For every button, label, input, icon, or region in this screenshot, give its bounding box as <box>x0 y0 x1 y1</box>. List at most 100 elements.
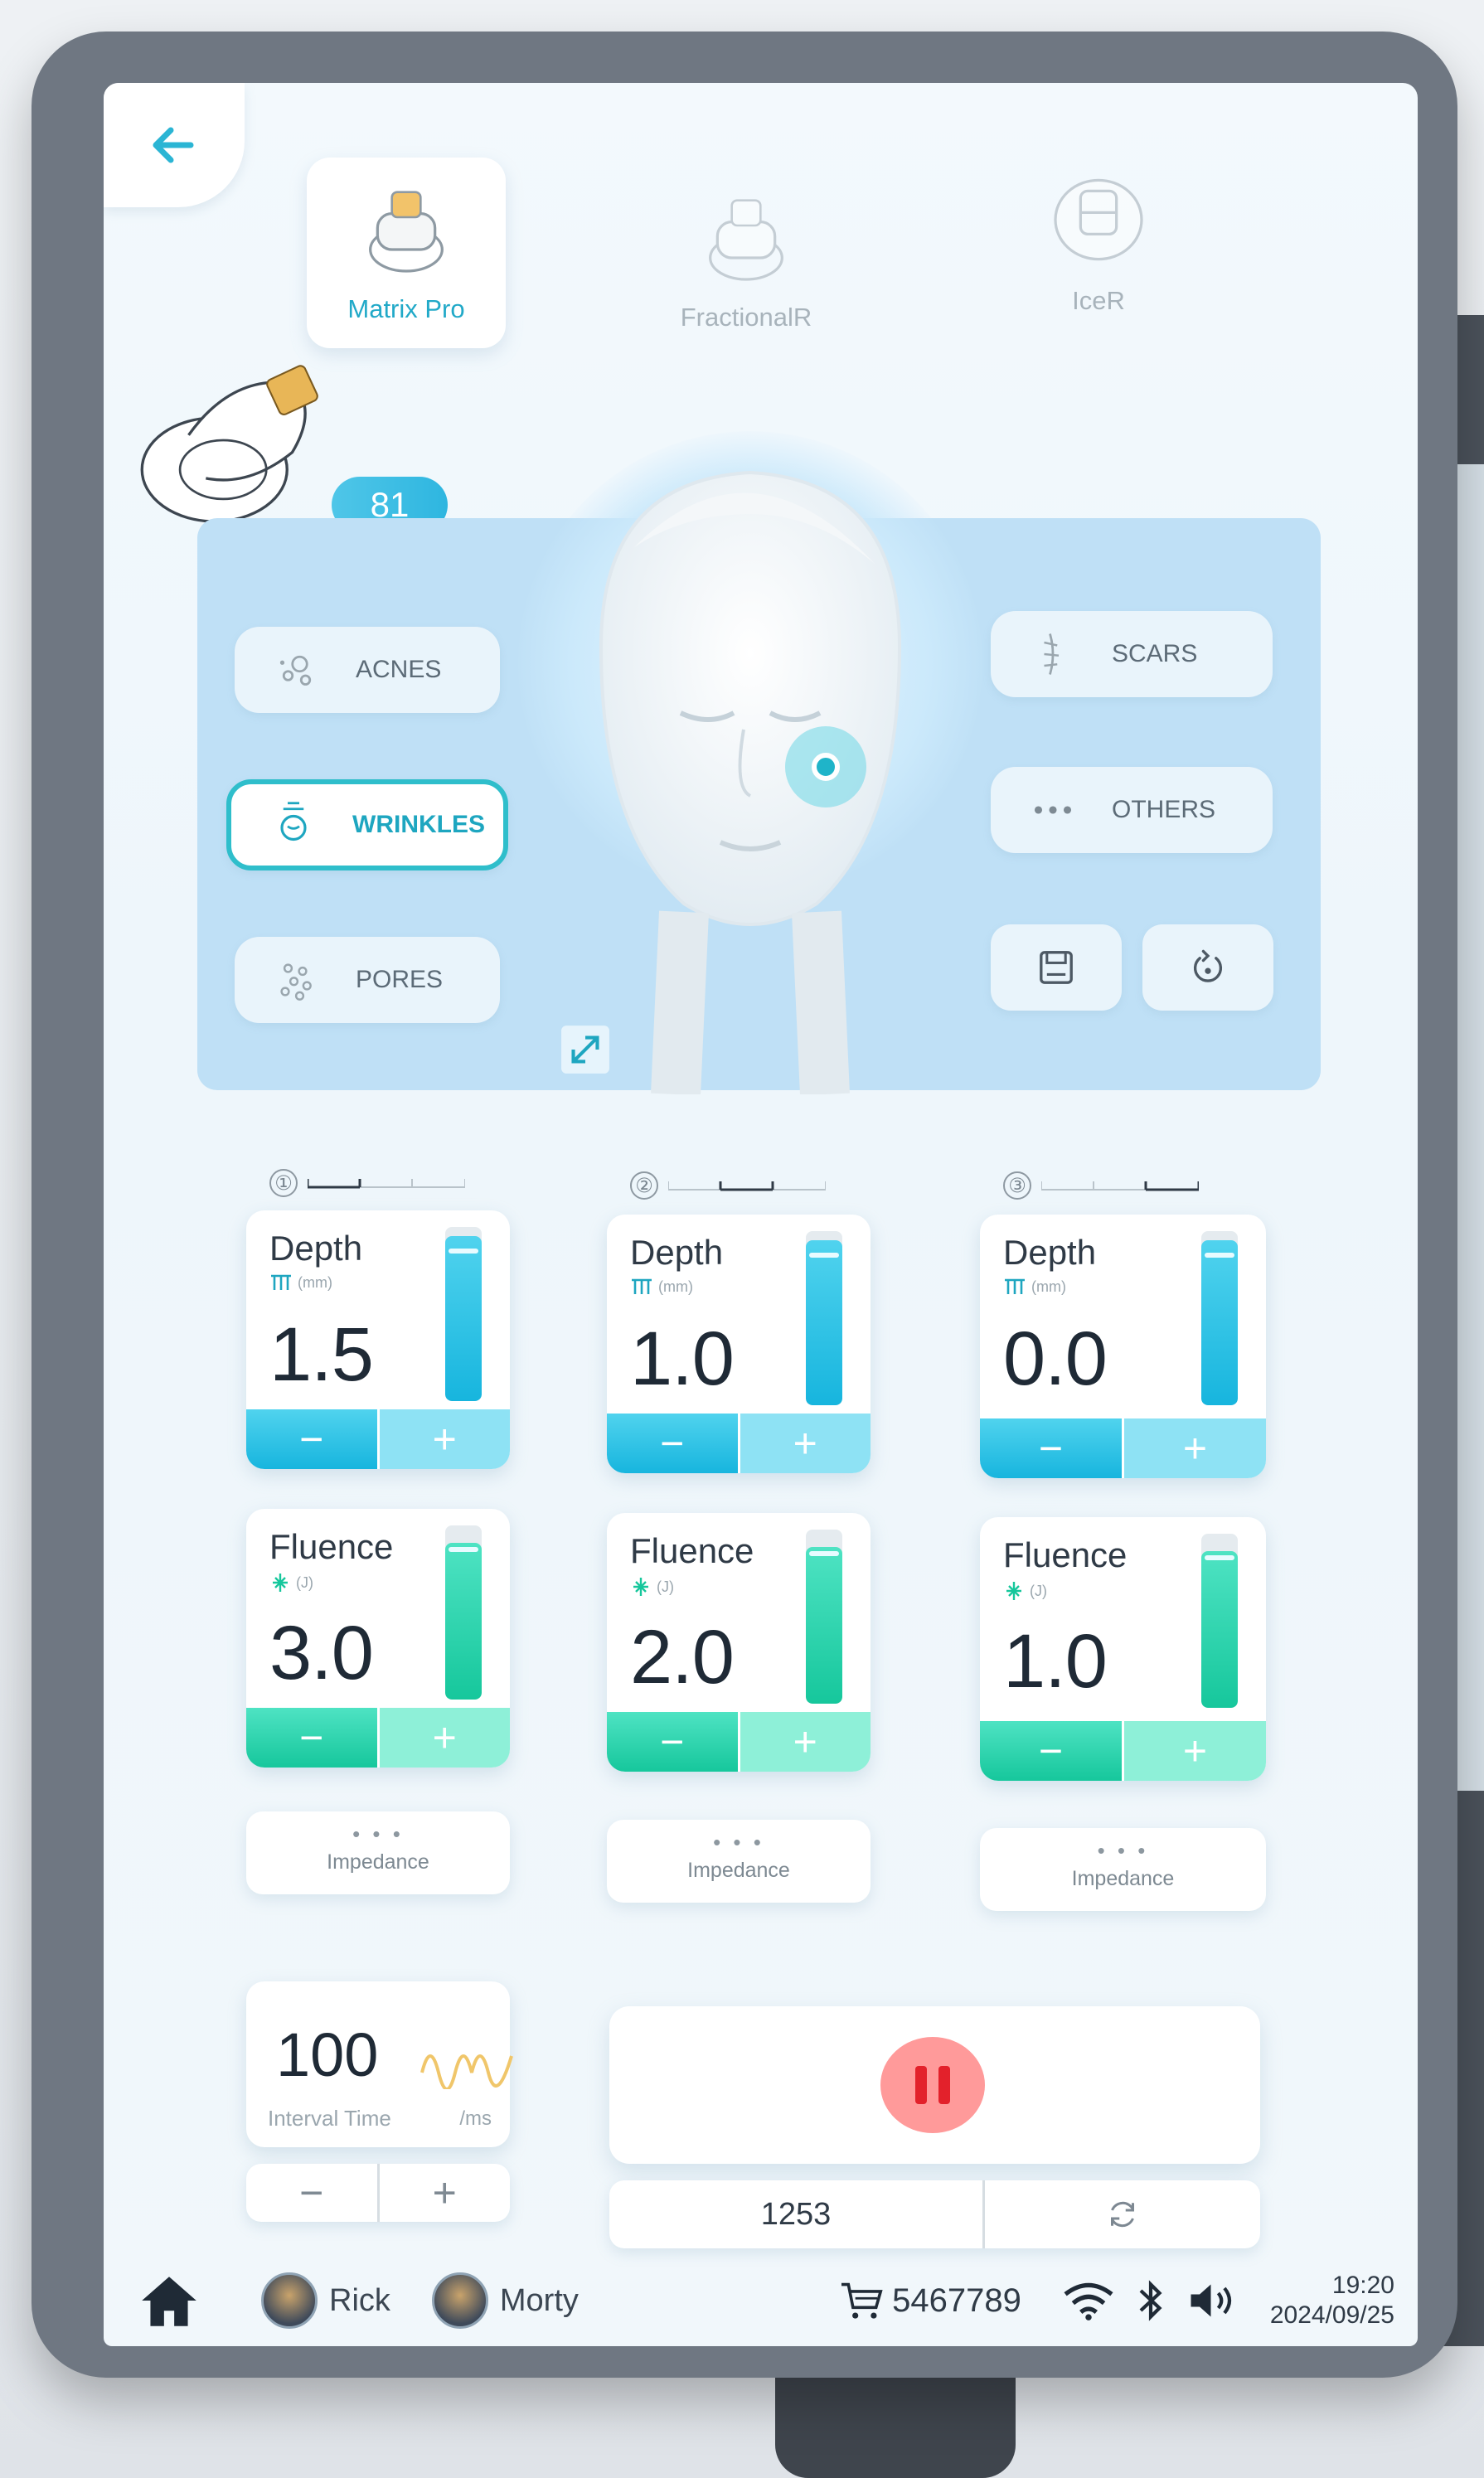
param-value: 1.5 <box>269 1312 374 1397</box>
depth-level-bar[interactable] <box>1201 1231 1238 1405</box>
treatment-area-marker[interactable] <box>785 726 866 807</box>
unit-label: (J) <box>296 1574 313 1591</box>
depth-increase-button[interactable]: + <box>376 1409 510 1469</box>
handpiece-tab-fractionalr[interactable]: FractionalR <box>647 166 846 356</box>
expand-icon[interactable] <box>560 1024 611 1075</box>
channel-3-depth-card: Depth (mm) 0.0 − + <box>980 1215 1266 1478</box>
impedance-dots: • • • <box>713 1830 764 1855</box>
depth-increase-button[interactable]: + <box>737 1414 871 1473</box>
fluence-decrease-button[interactable]: − <box>607 1712 738 1772</box>
depth-unit: (mm) <box>630 1278 693 1296</box>
channel-1-fluence-card: Fluence (J) 3.0 − + <box>246 1509 510 1768</box>
scar-icon <box>1044 633 1060 675</box>
needle-depth-icon <box>271 1274 291 1290</box>
channel-1-impedance[interactable]: • • • Impedance <box>246 1811 510 1894</box>
impedance-dots: • • • <box>352 1821 404 1846</box>
indication-others-button[interactable]: OTHERS <box>991 767 1273 853</box>
user-rick[interactable]: Rick <box>261 2272 390 2329</box>
bluetooth-icon[interactable] <box>1136 2278 1166 2323</box>
depth-level-bar[interactable] <box>445 1227 482 1401</box>
unit-label: (mm) <box>1031 1278 1066 1295</box>
channel-3-fluence-card: Fluence (J) 1.0 − + <box>980 1517 1266 1781</box>
time: 19:20 <box>1331 2272 1394 2299</box>
channel-2-impedance[interactable]: • • • Impedance <box>607 1820 871 1903</box>
wifi-icon[interactable] <box>1063 2280 1114 2321</box>
cart-info[interactable]: 5467789 <box>839 2280 1021 2321</box>
depth-decrease-button[interactable]: − <box>980 1418 1122 1478</box>
handpiece-label: IceR <box>1072 286 1125 315</box>
fluence-level-bar[interactable] <box>445 1525 482 1700</box>
save-icon <box>1040 951 1073 984</box>
handpiece-label: FractionalR <box>680 303 812 332</box>
date: 2024/09/25 <box>1269 2301 1394 2329</box>
fluence-level-bar[interactable] <box>1201 1534 1238 1708</box>
reset-counter-button[interactable] <box>985 2180 1260 2248</box>
device-screen: Matrix Pro FractionalR IceR 81 ACNES WRI… <box>104 83 1418 2346</box>
depth-decrease-button[interactable]: − <box>607 1414 738 1473</box>
wrinkle-icon <box>280 802 307 841</box>
channel-3-impedance[interactable]: • • • Impedance <box>980 1828 1266 1911</box>
indication-label: OTHERS <box>1112 796 1216 823</box>
param-value: 3.0 <box>269 1611 374 1695</box>
pause-button[interactable] <box>880 2037 985 2133</box>
user-name: Morty <box>499 2282 579 2318</box>
more-dots-icon <box>1034 806 1072 814</box>
volume-icon[interactable] <box>1187 2280 1237 2321</box>
fractionalr-handpiece-icon <box>709 199 783 281</box>
fluence-decrease-button[interactable]: − <box>246 1708 377 1768</box>
impedance-label: Impedance <box>1071 1867 1175 1890</box>
impedance-label: Impedance <box>687 1859 790 1882</box>
handpiece-tab-icer[interactable]: IceR <box>999 149 1198 340</box>
reset-button[interactable] <box>1142 924 1273 1011</box>
interval-time-card: 100 Interval Time /ms <box>246 1981 513 2147</box>
unit-label: (mm) <box>658 1278 693 1295</box>
user-name: Rick <box>329 2282 390 2318</box>
fluence-burst-icon <box>1006 1582 1021 1600</box>
indication-scars-button[interactable]: SCARS <box>991 611 1273 697</box>
fluence-burst-icon <box>273 1574 288 1592</box>
home-icon[interactable] <box>135 2267 203 2335</box>
channel-1-depth-card: Depth (mm) 1.5 − + <box>246 1210 510 1469</box>
unit-label: (mm) <box>298 1273 332 1291</box>
handpiece-tab-matrix-pro[interactable]: Matrix Pro <box>307 158 506 348</box>
channel-number: ① <box>269 1169 298 1197</box>
avatar <box>431 2272 488 2329</box>
interval-stepper: − + <box>246 2164 510 2222</box>
face-model-image[interactable] <box>568 448 933 1094</box>
indication-acnes-button[interactable]: ACNES <box>235 627 500 713</box>
depth-level-bar[interactable] <box>806 1231 842 1405</box>
fluence-increase-button[interactable]: + <box>737 1712 871 1772</box>
fluence-increase-button[interactable]: + <box>1122 1721 1266 1781</box>
fluence-level-bar[interactable] <box>806 1530 842 1704</box>
depth-decrease-button[interactable]: − <box>246 1409 377 1469</box>
fluence-decrease-button[interactable]: − <box>980 1721 1122 1781</box>
param-label: Depth <box>269 1229 363 1268</box>
interval-increase-button[interactable]: + <box>376 2164 511 2222</box>
status-bar: Rick Morty 5467789 19:20 2024/09/25 <box>104 2255 1418 2346</box>
depth-increase-button[interactable]: + <box>1122 1418 1266 1478</box>
interval-label: Interval Time <box>268 2106 391 2131</box>
user-morty[interactable]: Morty <box>431 2272 579 2329</box>
icer-handpiece-icon <box>1054 178 1143 261</box>
param-value: 1.0 <box>1003 1619 1108 1704</box>
fluence-unit: (J) <box>630 1576 674 1598</box>
indication-pores-button[interactable]: PORES <box>235 937 500 1023</box>
shot-count: 1253 <box>609 2180 985 2248</box>
param-value: 0.0 <box>1003 1317 1108 1401</box>
impedance-dots: • • • <box>1097 1838 1149 1863</box>
back-button[interactable] <box>104 83 245 207</box>
channel-2-depth-card: Depth (mm) 1.0 − + <box>607 1215 871 1473</box>
pulse-wave-icon <box>420 2054 513 2089</box>
save-button[interactable] <box>991 924 1122 1011</box>
channel-2-fluence-card: Fluence (J) 2.0 − + <box>607 1513 871 1772</box>
refresh-icon <box>1111 2201 1134 2228</box>
unit-label: (J) <box>657 1578 674 1595</box>
shot-counter-bar: 1253 <box>609 2180 1260 2248</box>
param-value: 2.0 <box>630 1615 735 1700</box>
fluence-increase-button[interactable]: + <box>376 1708 510 1768</box>
param-label: Fluence <box>1003 1535 1128 1574</box>
interval-value: 100 <box>276 2020 379 2089</box>
indication-wrinkles-button[interactable]: WRINKLES <box>226 779 508 870</box>
interval-decrease-button[interactable]: − <box>246 2164 377 2222</box>
treatment-control-panel <box>609 2006 1260 2164</box>
